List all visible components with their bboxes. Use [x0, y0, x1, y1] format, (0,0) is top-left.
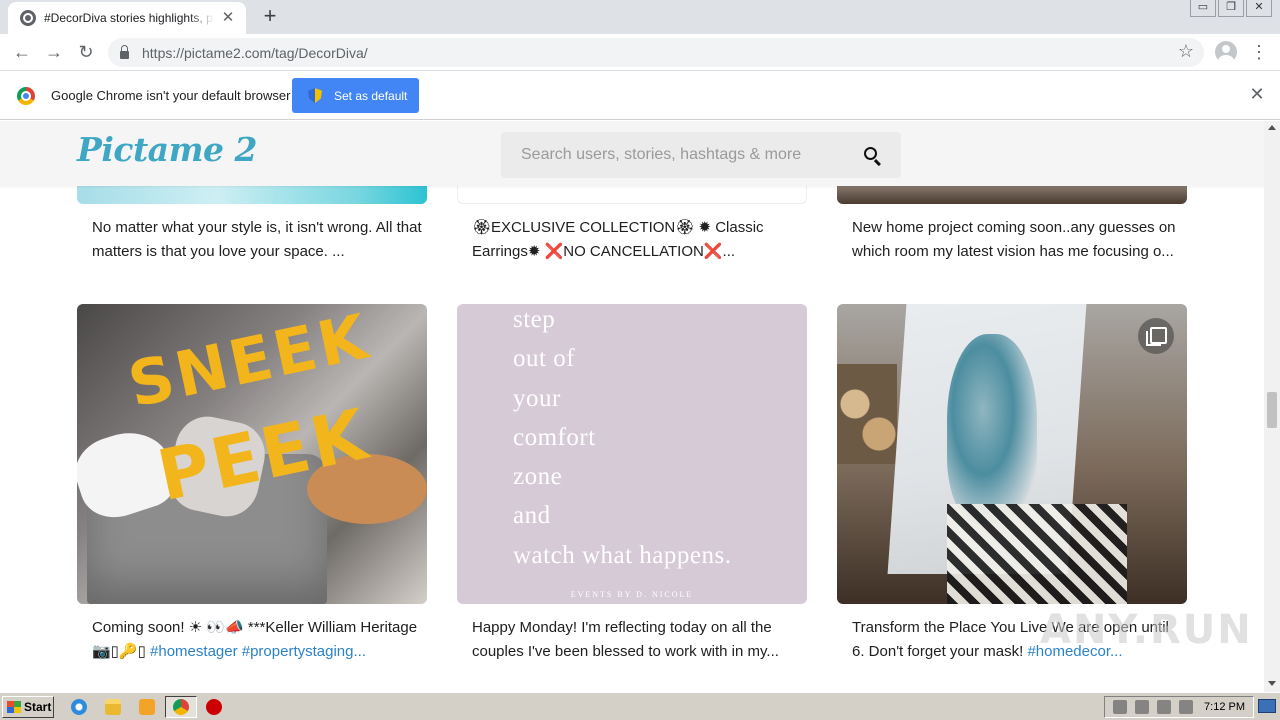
close-window-button[interactable]: ✕ — [1246, 0, 1272, 17]
quote-line: out of — [513, 345, 576, 372]
internet-explorer-icon[interactable] — [71, 699, 87, 715]
scroll-thumb[interactable] — [1267, 392, 1277, 428]
chrome-icon[interactable] — [173, 699, 189, 715]
folder-icon[interactable] — [105, 699, 121, 715]
post-caption[interactable]: 🏵EXCLUSIVE COLLECTION🏵 ✹ Classic Earring… — [472, 216, 802, 264]
search-input[interactable] — [501, 132, 861, 178]
shield-icon — [308, 88, 322, 103]
infobar-message: Google Chrome isn't your default browser — [51, 88, 291, 103]
post-caption[interactable]: New home project coming soon..any guesse… — [852, 216, 1182, 264]
quote-line: and — [513, 502, 551, 529]
bookmark-star-icon[interactable]: ☆ — [1178, 41, 1194, 62]
flag-icon[interactable] — [1179, 700, 1193, 714]
show-desktop-icon[interactable] — [1258, 699, 1276, 713]
back-button[interactable]: ← — [10, 40, 34, 64]
new-tab-button[interactable]: + — [258, 5, 282, 29]
reload-button[interactable]: ↻ — [74, 40, 98, 64]
post-image-sneak-peek[interactable]: SNEEK PEEK — [77, 304, 427, 604]
network-icon[interactable] — [1135, 700, 1149, 714]
taskbar: Start 7:12 PM — [0, 692, 1280, 720]
site-header: Pictame 2 — [0, 121, 1264, 186]
default-browser-infobar: Google Chrome isn't your default browser… — [0, 71, 1280, 120]
chrome-logo-icon — [17, 87, 35, 105]
minimize-button[interactable]: ▭ — [1190, 0, 1216, 17]
url-domain: https://pictame2.com — [142, 44, 272, 61]
quote-line: your — [513, 385, 561, 412]
url-text: https://pictame2.com/tag/DecorDiva/ — [142, 45, 368, 61]
kebab-menu-icon[interactable]: ⋮ — [1250, 40, 1268, 64]
post-image-quote[interactable]: step out of your comfort zone and watch … — [457, 304, 807, 604]
restore-button[interactable]: ❐ — [1218, 0, 1244, 17]
post-caption[interactable]: Coming soon! ☀ 👀📣 ***Keller William Heri… — [92, 616, 422, 664]
scroll-down-arrow-icon[interactable] — [1268, 681, 1276, 686]
url-path: /tag/DecorDiva/ — [271, 44, 368, 61]
page-viewport: No matter what your style is, it isn't w… — [0, 121, 1264, 692]
start-button[interactable]: Start — [2, 696, 54, 718]
search-box — [501, 132, 901, 178]
tab-strip: #DecorDiva stories highlights, photos ✕ … — [0, 0, 1280, 34]
stop-icon[interactable] — [206, 699, 222, 715]
quote-line: comfort — [513, 424, 596, 451]
address-bar[interactable]: https://pictame2.com/tag/DecorDiva/ ☆ — [108, 38, 1204, 67]
volume-icon[interactable] — [1157, 700, 1171, 714]
windows-logo-icon — [7, 701, 21, 713]
set-as-default-label: Set as default — [334, 88, 408, 103]
clock[interactable]: 7:12 PM — [1204, 701, 1245, 713]
hashtag-link[interactable]: #homestager #propertystaging... — [150, 643, 366, 660]
tab-favicon-icon — [20, 10, 36, 26]
site-logo[interactable]: Pictame 2 — [77, 130, 257, 169]
media-player-icon[interactable] — [139, 699, 155, 715]
watermark-logo: ANY.RUN — [1040, 607, 1253, 653]
quote-line: step — [513, 306, 556, 333]
tray-arrow-icon[interactable] — [1113, 700, 1127, 714]
start-label: Start — [24, 700, 52, 714]
post-caption[interactable]: No matter what your style is, it isn't w… — [92, 216, 422, 264]
system-tray: 7:12 PM — [1104, 696, 1254, 718]
lock-icon — [120, 44, 129, 59]
tab-title: #DecorDiva stories highlights, photos — [44, 11, 214, 25]
forward-button[interactable]: → — [42, 40, 66, 64]
post-image-artwork[interactable] — [837, 304, 1187, 604]
multiple-images-icon — [1138, 318, 1174, 354]
rug-graphic — [947, 504, 1127, 604]
page-scrollbar[interactable] — [1264, 121, 1280, 692]
browser-toolbar: ← → ↻ https://pictame2.com/tag/DecorDiva… — [0, 34, 1280, 71]
scroll-up-arrow-icon[interactable] — [1268, 125, 1276, 130]
quote-footer: EVENTS BY D. NICOLE — [570, 590, 694, 599]
profile-avatar-icon[interactable] — [1215, 41, 1237, 63]
window-controls: ▭ ❐ ✕ — [1190, 0, 1272, 18]
quote-line: zone — [513, 463, 563, 490]
quote-line: watch what happens. — [513, 542, 732, 569]
search-icon[interactable] — [864, 147, 877, 160]
flowers-graphic — [837, 364, 897, 464]
set-as-default-button[interactable]: Set as default — [292, 78, 419, 113]
infobar-close-icon[interactable]: ✕ — [1248, 85, 1266, 103]
tab-close-icon[interactable]: ✕ — [220, 10, 236, 26]
post-caption[interactable]: Happy Monday! I'm reflecting today on al… — [472, 616, 802, 664]
figure-painting-graphic — [947, 334, 1037, 524]
browser-tab[interactable]: #DecorDiva stories highlights, photos ✕ — [8, 2, 246, 34]
